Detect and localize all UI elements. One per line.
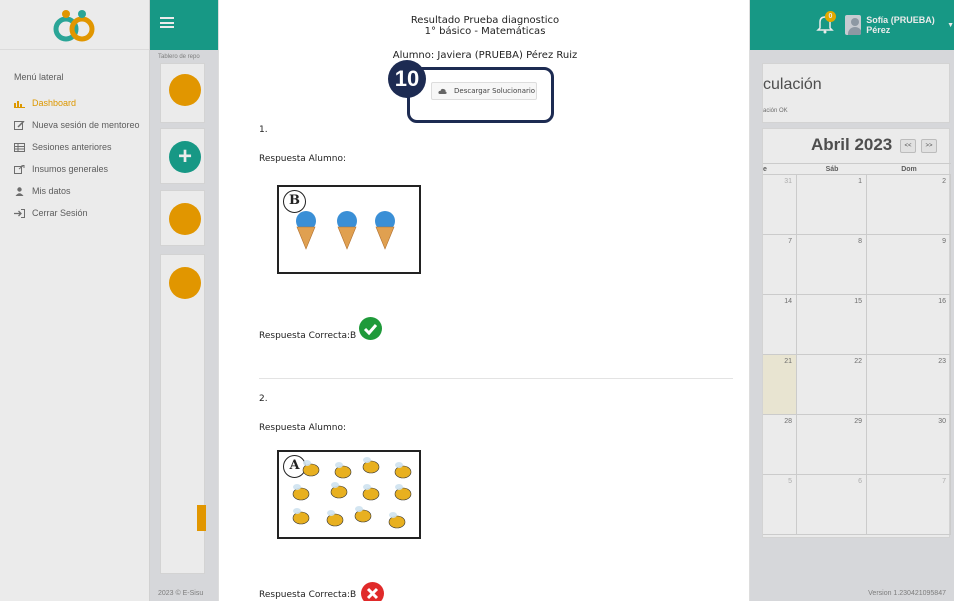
bees-icon [292,457,412,529]
correct-answer-label: Respuesta Correcta:B [259,590,357,600]
result-modal: Resultado Prueba diagnostico 1° básico -… [218,0,750,601]
correct-answer-label: Respuesta Correcta:B [259,331,357,341]
modal-subtitle: 1° básico - Matemáticas [424,26,546,37]
student-answer-label: Respuesta Alumno: [259,154,346,164]
check-circle-icon [359,317,382,340]
question-number: 1. [259,125,268,135]
answer-image: A [277,450,421,539]
student-name: Alumno: Javiera (PRUEBA) Pérez Ruiz [392,50,578,61]
step-badge: 10 [388,60,426,98]
x-circle-icon [361,582,384,601]
question-divider [259,378,733,379]
student-answer-label: Respuesta Alumno: [259,423,346,433]
step-highlight-box [407,67,554,123]
modal-title: Resultado Prueba diagnostico [410,15,560,26]
ice-cream-icon [296,211,395,250]
question-number: 2. [259,394,268,404]
answer-image: B [277,185,421,274]
